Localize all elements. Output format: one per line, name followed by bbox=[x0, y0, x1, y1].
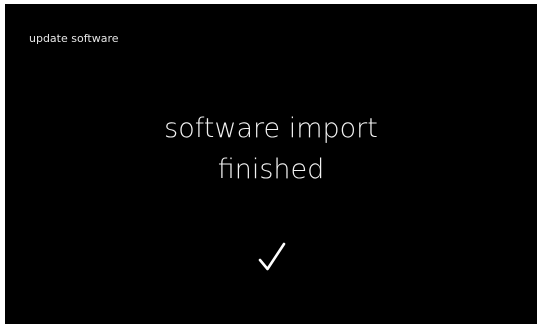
status-message: software import finished bbox=[5, 108, 537, 190]
screen-title: update software bbox=[29, 32, 119, 45]
status-message-line-1: software import bbox=[164, 113, 378, 144]
status-message-line-2: finished bbox=[217, 154, 325, 185]
display-screen: update software software import finished bbox=[5, 4, 537, 324]
checkmark-icon bbox=[258, 242, 286, 271]
